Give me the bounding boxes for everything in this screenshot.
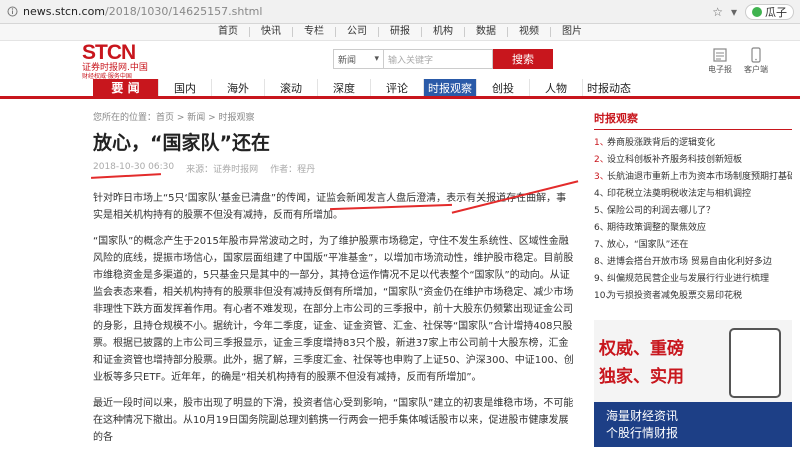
- list-item[interactable]: 6、期待政策调整的聚焦效应: [594, 220, 792, 237]
- related-news-sidebar: 时报观察 1、券商股涨跌背后的逻辑变化 2、设立科创板补齐服务科技创新短板 3、…: [594, 110, 792, 305]
- nav-tab[interactable]: 国内: [158, 79, 211, 96]
- topnav-item[interactable]: 机构: [422, 27, 465, 37]
- logo-subtitle: 证券时报网.中国: [82, 63, 148, 73]
- ad-text: 海量财经资讯: [606, 409, 679, 423]
- topnav-item[interactable]: 快讯: [250, 27, 293, 37]
- ad-footer: 海量财经资讯 个股行情财报: [594, 402, 792, 447]
- nav-tab[interactable]: 创投: [476, 79, 529, 96]
- page-info-icon[interactable]: [6, 6, 18, 18]
- article-author: 作者：程丹: [270, 165, 316, 175]
- app-promo-banner[interactable]: 权威、重磅 独家、实用 海量财经资讯 个股行情财报: [594, 320, 792, 447]
- article-title: 放心，“国家队”还在: [93, 132, 270, 154]
- nav-tab[interactable]: 海外: [211, 79, 264, 96]
- chevron-down-icon: ▾: [374, 54, 379, 64]
- list-item[interactable]: 2、设立科创板补齐服务科技创新短板: [594, 152, 792, 169]
- article-date: 2018-10-30 06:30: [93, 162, 175, 172]
- site-header: STCN 证券时报网.中国 财经权威·服务中国 新闻 ▾ 输入关键字 搜索 电子报…: [0, 41, 800, 80]
- nav-tab[interactable]: 滚动: [264, 79, 317, 96]
- top-site-nav: 首页 快讯 专栏 公司 研报 机构 数据 视频 图片: [0, 24, 800, 41]
- article-body: 针对昨日市场上“5只‘国家队’基金已清盘”的传闻，证监会新闻发言人盘后澄清，表示…: [93, 190, 575, 455]
- topnav-item[interactable]: 视频: [508, 27, 551, 37]
- url-host: news.stcn.com: [23, 5, 106, 18]
- nav-tab[interactable]: 深度: [317, 79, 370, 96]
- phone-mockup-icon: [729, 328, 781, 398]
- melon-extension-button[interactable]: 瓜子: [745, 3, 794, 20]
- article-paragraph: 最近一段时间以来，股市出现了明显的下滑，投资者信心受到影响，“国家队”建立的初衷…: [93, 398, 574, 443]
- address-bar[interactable]: news.stcn.com/2018/1030/14625157.shtml: [6, 3, 712, 21]
- mobile-app-link[interactable]: 客户端: [744, 47, 768, 75]
- browser-toolbar: news.stcn.com/2018/1030/14625157.shtml ☆…: [0, 0, 800, 24]
- sidebar-heading: 时报观察: [594, 110, 792, 130]
- ad-headline: 权威、重磅: [599, 339, 684, 359]
- ad-headline: 独家、实用: [599, 367, 684, 387]
- url-path: /2018/1030/14625157.shtml: [105, 5, 263, 18]
- nav-tab[interactable]: 人物: [529, 79, 582, 96]
- main-nav: 要 闻 国内 海外 滚动 深度 评论 时报观察 创投 人物 时报动态: [0, 79, 800, 99]
- list-item[interactable]: 4、印花税立法奠明税收法定与相机调控: [594, 186, 792, 203]
- logo-tagline: 财经权威·服务中国: [82, 73, 132, 80]
- topnav-item[interactable]: 研报: [379, 27, 422, 37]
- article-paragraph: “国家队”的概念产生于2015年股市异常波动之时，为了维护股票市场稳定，守住不发…: [93, 236, 574, 383]
- list-item[interactable]: 7、放心，“国家队”还在: [594, 237, 792, 254]
- list-item[interactable]: 8、进博会搭台开放市场 贸易自由化利好多边: [594, 254, 792, 271]
- ad-text: 个股行情财报: [606, 426, 679, 440]
- newspaper-icon: [713, 48, 727, 62]
- article-source[interactable]: 来源：证券时报网: [186, 162, 258, 175]
- list-item[interactable]: 9、纠偏规范民营企业与发展行行业进行梳理: [594, 271, 792, 288]
- nav-tab-active[interactable]: 时报观察: [423, 79, 476, 96]
- list-item[interactable]: 10、为亏损投资者减免股票交易印花税: [594, 288, 792, 305]
- search-category-select[interactable]: 新闻 ▾: [333, 49, 383, 69]
- melon-icon: [752, 6, 762, 17]
- logo-text: STCN: [82, 41, 136, 64]
- topnav-item[interactable]: 数据: [465, 27, 508, 37]
- search-input[interactable]: 输入关键字: [383, 49, 493, 69]
- dropdown-icon[interactable]: ▾: [731, 5, 737, 19]
- nav-tab[interactable]: 时报动态: [582, 79, 635, 96]
- breadcrumb[interactable]: 您所在的位置：首页 > 新闻 > 时报观察: [93, 110, 255, 123]
- nav-home-tab[interactable]: 要 闻: [93, 79, 158, 96]
- search-bar: 新闻 ▾ 输入关键字 搜索: [333, 49, 553, 69]
- topnav-item[interactable]: 公司: [336, 27, 379, 37]
- nav-tab[interactable]: 评论: [370, 79, 423, 96]
- list-item[interactable]: 3、长航油退市重新上市为资本市场制度预期打基础: [594, 169, 792, 186]
- topnav-item[interactable]: 首页: [207, 27, 250, 37]
- header-apps: 电子报 客户端: [708, 47, 768, 75]
- list-item[interactable]: 5、保险公司的利润去哪儿了？: [594, 203, 792, 220]
- topnav-item[interactable]: 图片: [551, 27, 593, 37]
- site-logo[interactable]: STCN 证券时报网.中国 财经权威·服务中国: [82, 41, 172, 80]
- mobile-phone-icon: [751, 47, 761, 63]
- list-item[interactable]: 1、券商股涨跌背后的逻辑变化: [594, 135, 792, 152]
- topnav-item[interactable]: 专栏: [293, 27, 336, 37]
- search-button[interactable]: 搜索: [493, 49, 553, 69]
- star-icon[interactable]: ☆: [712, 5, 723, 19]
- article-meta: 2018-10-30 06:30 来源：证券时报网 作者：程丹: [90, 162, 316, 179]
- epaper-link[interactable]: 电子报: [708, 47, 732, 75]
